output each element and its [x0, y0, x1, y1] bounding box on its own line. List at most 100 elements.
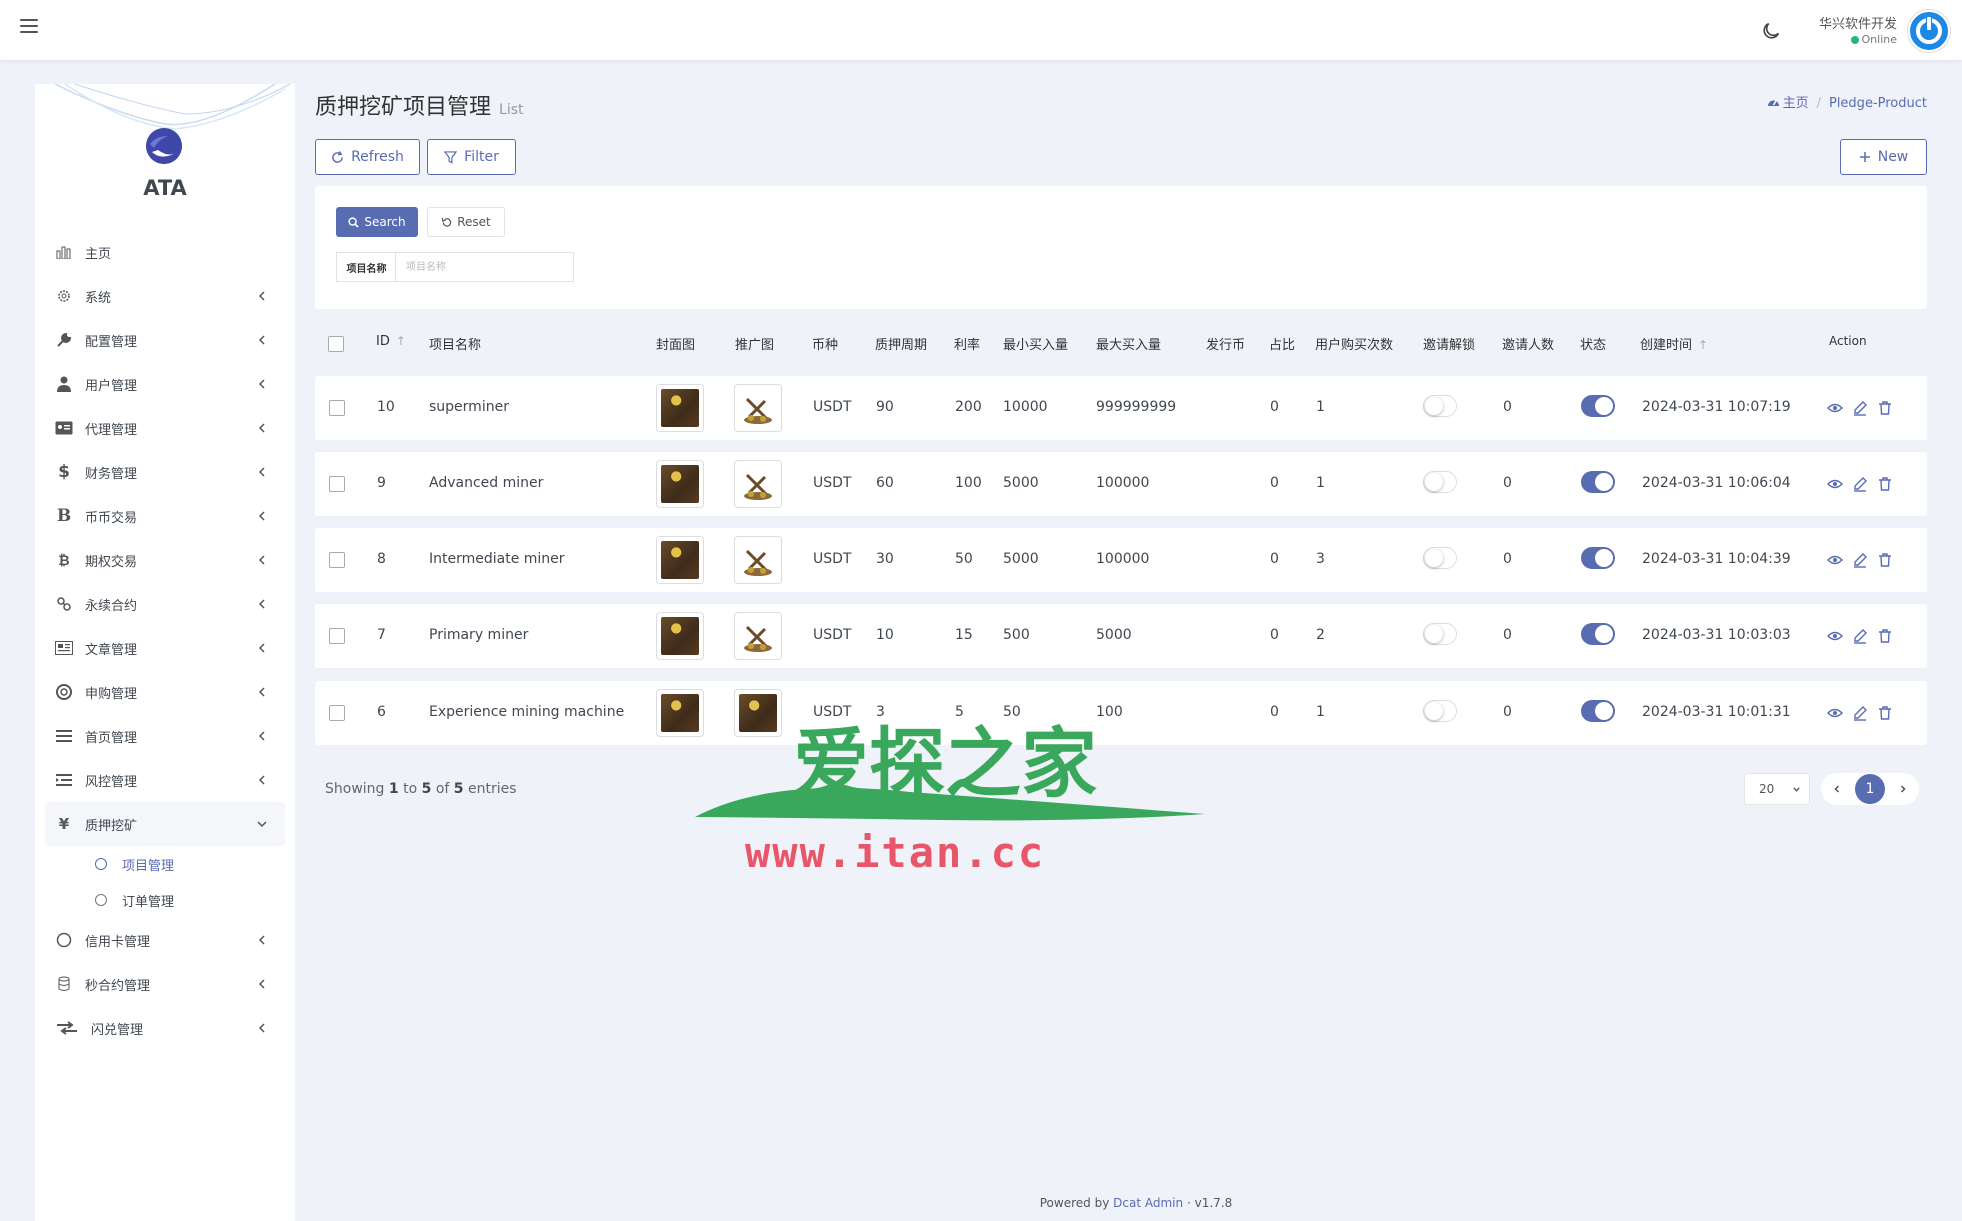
per-page-value: 20 — [1759, 782, 1775, 796]
trash-icon[interactable] — [1877, 705, 1893, 721]
invite-unlock-toggle[interactable] — [1423, 623, 1457, 645]
cell-max: 5000 — [1096, 627, 1132, 643]
sidebar-item-homepage[interactable]: 首页管理 — [35, 714, 295, 758]
chevron-left-icon — [258, 935, 265, 945]
per-page-select[interactable]: 20 — [1744, 773, 1810, 805]
select-all-checkbox[interactable] — [328, 336, 344, 352]
promo-image[interactable] — [734, 536, 782, 584]
menu-toggle-icon[interactable] — [20, 19, 38, 33]
user-name[interactable]: 华兴软件开发 — [1819, 13, 1897, 32]
status-toggle[interactable] — [1581, 471, 1615, 493]
sidebar-item-spot-trading[interactable]: B 币币交易 — [35, 494, 295, 538]
edit-icon[interactable] — [1852, 476, 1868, 492]
status-toggle[interactable] — [1581, 700, 1615, 722]
eye-icon[interactable] — [1827, 628, 1843, 644]
sidebar-item-agents[interactable]: 代理管理 — [35, 406, 295, 450]
sidebar-item-config[interactable]: 配置管理 — [35, 318, 295, 362]
eye-icon[interactable] — [1827, 400, 1843, 416]
chevron-down-icon — [1793, 787, 1800, 792]
cover-image[interactable] — [656, 384, 704, 432]
trash-icon[interactable] — [1877, 628, 1893, 644]
sidebar-item-label: 文章管理 — [85, 642, 138, 658]
trash-icon[interactable] — [1877, 476, 1893, 492]
promo-image[interactable] — [734, 384, 782, 432]
status-toggle[interactable] — [1581, 395, 1615, 417]
cell-invites: 0 — [1503, 551, 1512, 567]
sidebar-item-pledge-mining[interactable]: ¥ 质押挖矿 — [45, 802, 285, 846]
sidebar-subitem-projects[interactable]: 项目管理 — [35, 846, 295, 882]
cell-id: 7 — [377, 627, 386, 643]
edit-icon[interactable] — [1852, 552, 1868, 568]
sidebar-item-risk[interactable]: 风控管理 — [35, 758, 295, 802]
filter-button[interactable]: Filter — [427, 139, 516, 175]
trash-icon[interactable] — [1877, 552, 1893, 568]
status-toggle[interactable] — [1581, 623, 1615, 645]
cell-buys: 1 — [1316, 704, 1325, 720]
search-button[interactable]: Search — [336, 207, 418, 237]
next-page-button[interactable] — [1888, 774, 1918, 804]
sidebar-subitem-orders[interactable]: 订单管理 — [35, 882, 295, 918]
cover-image[interactable] — [656, 612, 704, 660]
sidebar-item-label: 期权交易 — [85, 554, 138, 570]
sidebar-item-credit-card[interactable]: 信用卡管理 — [35, 918, 295, 962]
sidebar-subitem-label: 订单管理 — [122, 894, 175, 910]
project-name-input[interactable] — [395, 252, 574, 282]
reset-button[interactable]: Reset — [427, 207, 505, 237]
eye-icon[interactable] — [1827, 476, 1843, 492]
row-checkbox[interactable] — [329, 400, 345, 416]
top-navbar: 华兴软件开发 Online — [0, 0, 1962, 60]
edit-icon[interactable] — [1852, 628, 1868, 644]
th-id[interactable]: ID ↑ — [376, 334, 406, 349]
sidebar-item-perpetual[interactable]: 永续合约 — [35, 582, 295, 626]
sidebar-item-flash-exchange[interactable]: 闪兑管理 — [35, 1006, 295, 1050]
sidebar-item-users[interactable]: 用户管理 — [35, 362, 295, 406]
table-row: 10 superminer USDT 90 200 10000 99999999… — [315, 376, 1927, 440]
sidebar-item-second-contract[interactable]: 秒合约管理 — [35, 962, 295, 1006]
svg-text:爱探之家: 爱探之家 — [793, 722, 1097, 808]
prev-page-button[interactable] — [1822, 774, 1852, 804]
invite-unlock-toggle[interactable] — [1423, 471, 1457, 493]
new-button[interactable]: New — [1840, 139, 1927, 175]
cover-image[interactable] — [656, 460, 704, 508]
page-button[interactable]: 1 — [1854, 774, 1885, 804]
sidebar-item-options[interactable]: ₿ 期权交易 — [35, 538, 295, 582]
power-icon — [1916, 17, 1942, 44]
row-checkbox[interactable] — [329, 552, 345, 568]
sidebar-item-finance[interactable]: $ 财务管理 — [35, 450, 295, 494]
sidebar-item-home[interactable]: 主页 — [35, 230, 295, 274]
eye-icon[interactable] — [1827, 552, 1843, 568]
cell-ratio: 0 — [1270, 399, 1279, 415]
row-checkbox[interactable] — [329, 476, 345, 492]
dark-mode-icon[interactable] — [1760, 20, 1782, 42]
sort-up-icon[interactable]: ↑ — [396, 334, 406, 348]
eye-icon[interactable] — [1827, 705, 1843, 721]
cell-min: 50 — [1003, 704, 1021, 720]
breadcrumb-home[interactable]: 主页 — [1783, 96, 1809, 111]
footer-link[interactable]: Dcat Admin — [1113, 1196, 1183, 1210]
th-created[interactable]: 创建时间 ↑ — [1640, 334, 1708, 353]
avatar[interactable] — [1908, 10, 1950, 52]
row-checkbox[interactable] — [329, 705, 345, 721]
filter-label: Filter — [464, 149, 499, 165]
promo-image[interactable] — [734, 460, 782, 508]
th-cover: 封面图 — [656, 338, 696, 353]
trash-icon[interactable] — [1877, 400, 1893, 416]
cell-ratio: 0 — [1270, 475, 1279, 491]
cover-image[interactable] — [656, 536, 704, 584]
invite-unlock-toggle[interactable] — [1423, 700, 1457, 722]
edit-icon[interactable] — [1852, 400, 1868, 416]
sidebar-item-articles[interactable]: 文章管理 — [35, 626, 295, 670]
coins-icon — [55, 975, 73, 993]
th-promo: 推广图 — [735, 338, 775, 353]
promo-image[interactable] — [734, 612, 782, 660]
edit-icon[interactable] — [1852, 705, 1868, 721]
row-checkbox[interactable] — [329, 628, 345, 644]
sidebar-item-system[interactable]: 系统 — [35, 274, 295, 318]
refresh-icon — [332, 150, 343, 163]
status-toggle[interactable] — [1581, 547, 1615, 569]
invite-unlock-toggle[interactable] — [1423, 395, 1457, 417]
invite-unlock-toggle[interactable] — [1423, 547, 1457, 569]
sidebar-item-subscription[interactable]: 申购管理 — [35, 670, 295, 714]
sort-up-icon[interactable]: ↑ — [1698, 338, 1708, 352]
refresh-button[interactable]: Refresh — [315, 139, 420, 175]
